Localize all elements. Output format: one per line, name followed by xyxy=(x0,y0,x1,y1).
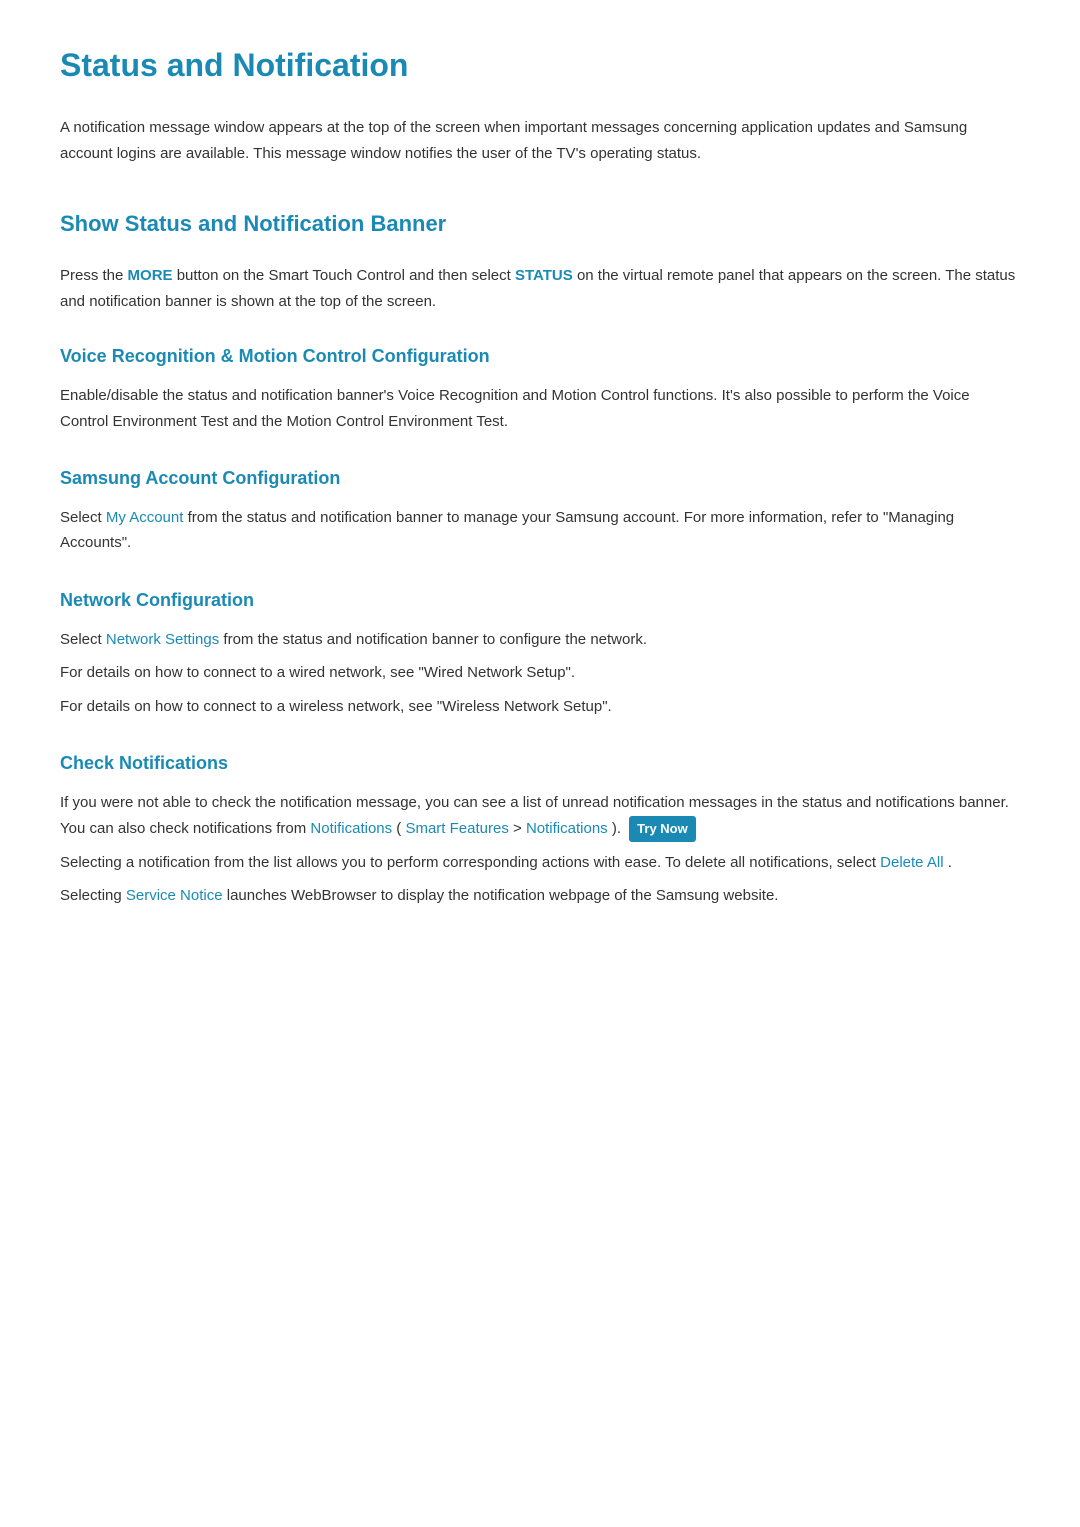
check-notifications-arrow: > xyxy=(513,820,526,837)
check-notifications-para3-end: launches WebBrowser to display the notif… xyxy=(227,887,779,904)
status-label: STATUS xyxy=(515,267,573,284)
notifications-label[interactable]: Notifications xyxy=(310,820,392,837)
check-notifications-title: Check Notifications xyxy=(60,749,1020,778)
notifications2-label[interactable]: Notifications xyxy=(526,820,608,837)
voice-recognition-body: Enable/disable the status and notificati… xyxy=(60,383,1020,434)
show-status-title: Show Status and Notification Banner xyxy=(60,206,1020,247)
network-config-text-start: Select xyxy=(60,631,106,648)
network-config-text-end: from the status and notification banner … xyxy=(223,631,647,648)
more-label: MORE xyxy=(128,267,173,284)
check-notifications-subsection: Check Notifications If you were not able… xyxy=(60,749,1020,908)
check-notifications-para3: Selecting Service Notice launches WebBro… xyxy=(60,883,1020,909)
check-notifications-para2: Selecting a notification from the list a… xyxy=(60,850,1020,876)
my-account-label[interactable]: My Account xyxy=(106,509,184,526)
show-status-section: Show Status and Notification Banner Pres… xyxy=(60,206,1020,908)
page-title: Status and Notification xyxy=(60,40,1020,91)
network-config-line2: For details on how to connect to a wired… xyxy=(60,660,1020,686)
service-notice-label[interactable]: Service Notice xyxy=(126,887,223,904)
network-config-subsection: Network Configuration Select Network Set… xyxy=(60,586,1020,719)
network-config-line3: For details on how to connect to a wirel… xyxy=(60,694,1020,720)
intro-text: A notification message window appears at… xyxy=(60,115,1020,166)
delete-all-label[interactable]: Delete All xyxy=(880,854,943,871)
check-notifications-para2-start: Selecting a notification from the list a… xyxy=(60,854,880,871)
samsung-account-subsection: Samsung Account Configuration Select My … xyxy=(60,464,1020,556)
samsung-account-text-start: Select xyxy=(60,509,106,526)
show-status-body: Press the MORE button on the Smart Touch… xyxy=(60,263,1020,314)
samsung-account-text-end: from the status and notification banner … xyxy=(60,509,954,552)
samsung-account-body: Select My Account from the status and no… xyxy=(60,505,1020,556)
voice-recognition-title: Voice Recognition & Motion Control Confi… xyxy=(60,342,1020,371)
network-settings-label[interactable]: Network Settings xyxy=(106,631,219,648)
network-config-title: Network Configuration xyxy=(60,586,1020,615)
show-status-text-before-more: Press the xyxy=(60,267,128,284)
check-notifications-paren-open: ( xyxy=(396,820,401,837)
voice-recognition-subsection: Voice Recognition & Motion Control Confi… xyxy=(60,342,1020,434)
samsung-account-title: Samsung Account Configuration xyxy=(60,464,1020,493)
check-notifications-para3-start: Selecting xyxy=(60,887,126,904)
check-notifications-para1: If you were not able to check the notifi… xyxy=(60,790,1020,842)
show-status-text-middle: button on the Smart Touch Control and th… xyxy=(177,267,515,284)
check-notifications-paren-close: ). xyxy=(612,820,625,837)
network-config-line1: Select Network Settings from the status … xyxy=(60,627,1020,653)
try-now-badge[interactable]: Try Now xyxy=(629,816,696,842)
smart-features-label[interactable]: Smart Features xyxy=(405,820,508,837)
check-notifications-para2-end: . xyxy=(948,854,952,871)
